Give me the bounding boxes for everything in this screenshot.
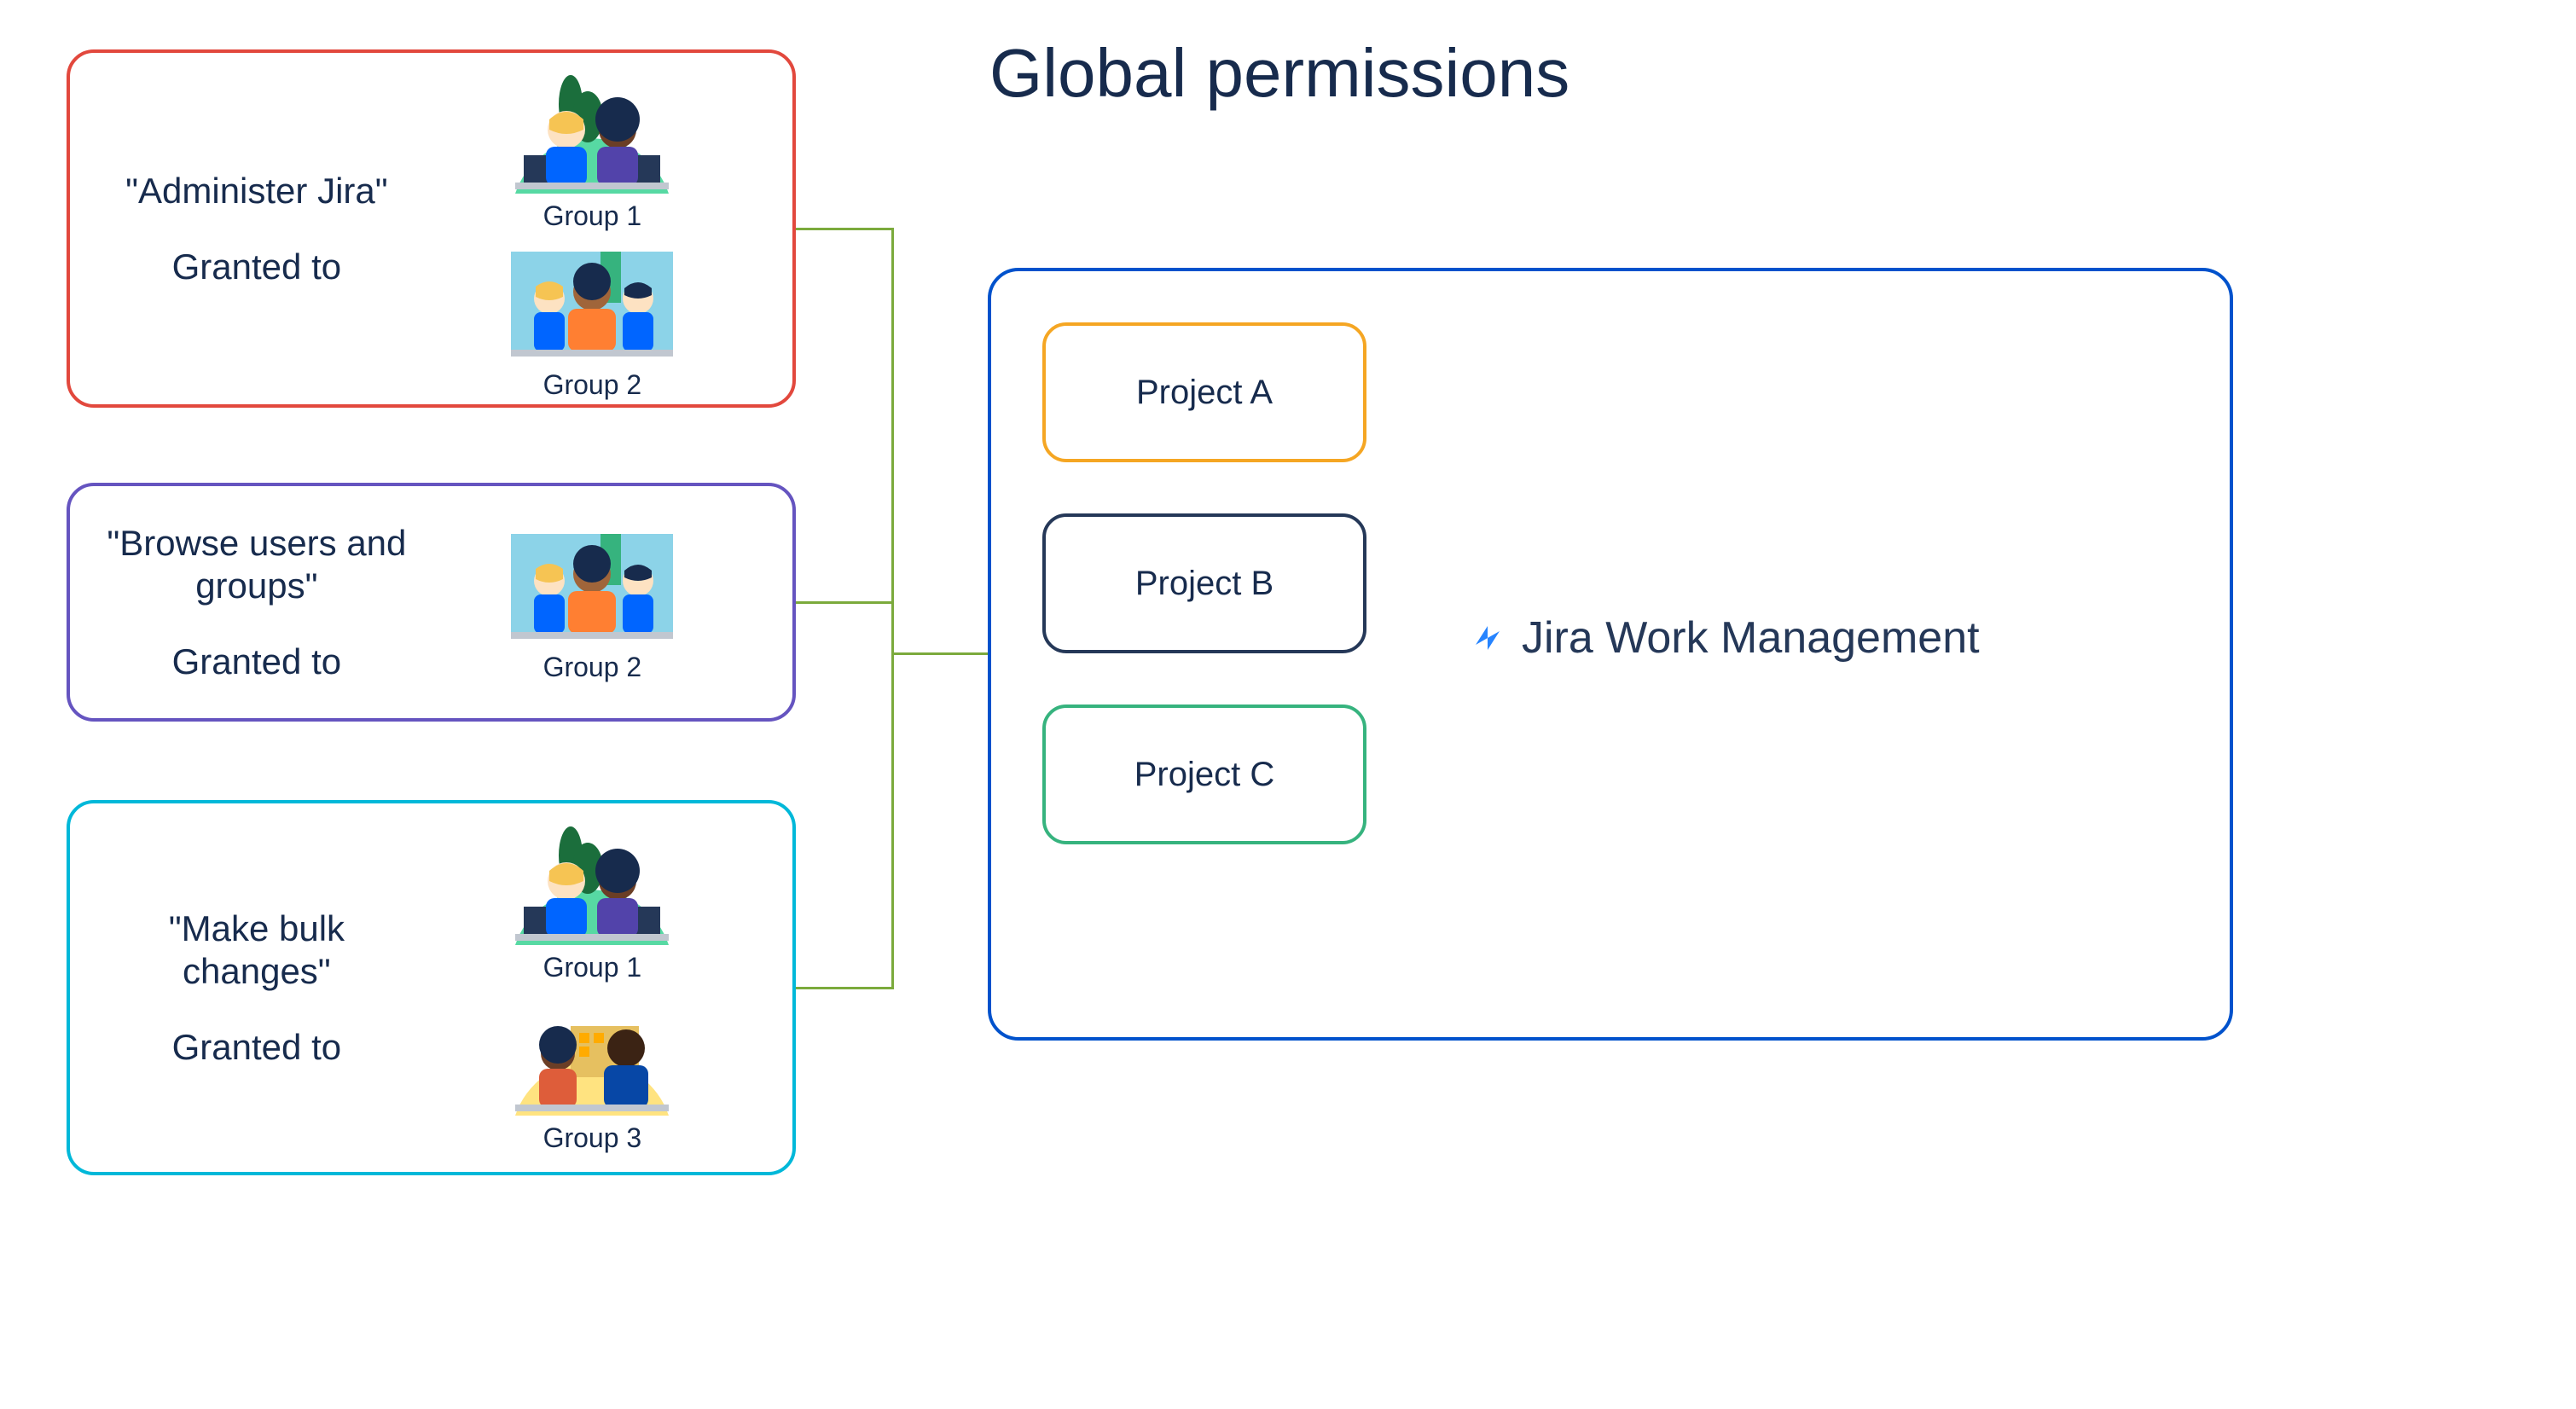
group-illustration-icon xyxy=(464,239,720,362)
group-illustration-icon xyxy=(464,821,720,945)
group-label: Group 3 xyxy=(543,1122,642,1154)
permission-text: "Make bulk changes" Granted to xyxy=(96,820,418,1155)
group-illustration-icon xyxy=(464,992,720,1116)
group-block: Group 1 xyxy=(464,821,720,983)
group-label: Group 1 xyxy=(543,200,642,232)
project-c: Project C xyxy=(1042,704,1366,844)
permission-text: "Administer Jira" Granted to xyxy=(96,70,418,387)
group-label: Group 2 xyxy=(543,369,642,401)
permission-card-administer-jira: "Administer Jira" Granted to xyxy=(67,49,796,408)
permission-groups: Group 2 xyxy=(418,503,767,701)
permission-groups: Group 1 xyxy=(418,820,767,1155)
group-label: Group 2 xyxy=(543,652,642,683)
projects-list: Project A Project B Project C xyxy=(1042,322,1366,844)
connector-line xyxy=(796,601,894,604)
page-title: Global permissions xyxy=(989,34,1569,113)
product-name: Jira Work Management xyxy=(1522,612,1980,664)
connector-line xyxy=(891,228,894,654)
connector-line xyxy=(796,987,891,989)
connector-line xyxy=(891,654,894,989)
permission-name: "Browse users and groups" xyxy=(96,522,418,608)
permission-name: "Make bulk changes" xyxy=(96,907,418,994)
project-label: Project C xyxy=(1134,756,1275,794)
permission-groups: Group 1 xyxy=(418,70,767,387)
jira-work-management-icon xyxy=(1469,619,1506,657)
group-block: Group 3 xyxy=(464,992,720,1154)
project-label: Project B xyxy=(1135,565,1273,603)
group-illustration-icon xyxy=(464,521,720,645)
connector-line xyxy=(891,652,989,655)
project-a: Project A xyxy=(1042,322,1366,462)
group-block: Group 2 xyxy=(464,521,720,683)
group-block: Group 2 xyxy=(464,239,720,401)
permission-name: "Administer Jira" xyxy=(96,170,418,212)
product-label: Jira Work Management xyxy=(1469,612,1980,664)
connector-line xyxy=(796,228,891,230)
permission-text: "Browse users and groups" Granted to xyxy=(96,503,418,701)
diagram-canvas: Global permissions "Administer Jira" Gra… xyxy=(0,0,2576,1409)
granted-to-label: Granted to xyxy=(96,641,418,682)
group-label: Group 1 xyxy=(543,952,642,983)
group-block: Group 1 xyxy=(464,70,720,232)
permission-card-make-bulk-changes: "Make bulk changes" Granted to xyxy=(67,800,796,1175)
project-label: Project A xyxy=(1136,374,1273,412)
granted-to-label: Granted to xyxy=(96,1027,418,1068)
granted-to-label: Granted to xyxy=(96,246,418,287)
permission-card-browse-users-groups: "Browse users and groups" Granted to xyxy=(67,483,796,722)
project-b: Project B xyxy=(1042,513,1366,653)
group-illustration-icon xyxy=(464,70,720,194)
product-container: Project A Project B Project C Jira Work … xyxy=(988,268,2233,1041)
